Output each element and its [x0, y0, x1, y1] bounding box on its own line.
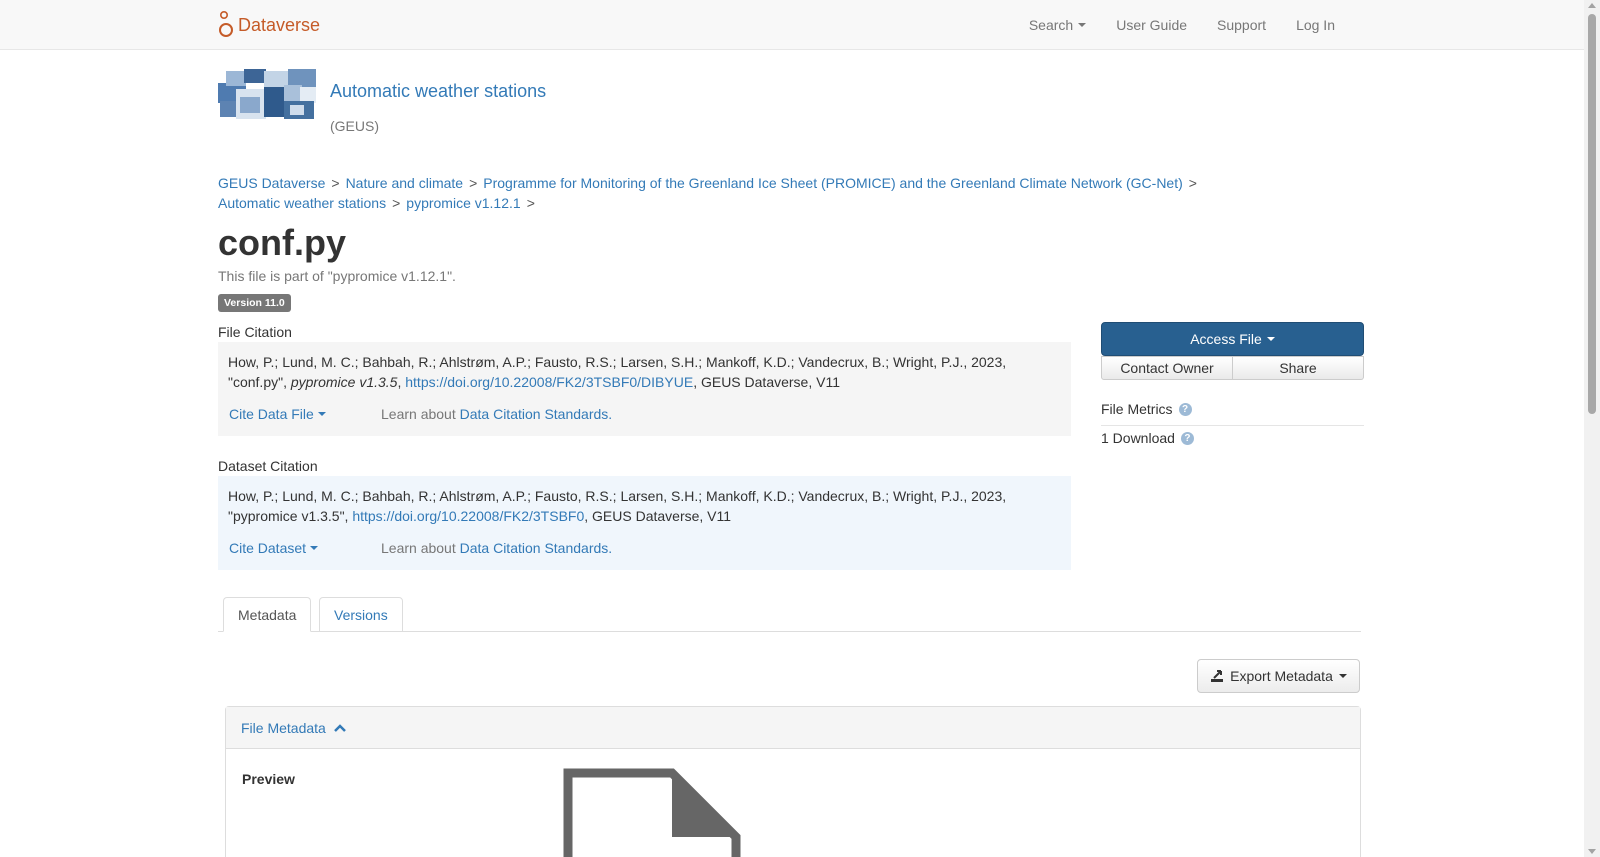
search-dropdown[interactable]: Search [1028, 17, 1087, 33]
contact-owner-button[interactable]: Contact Owner [1101, 356, 1233, 380]
access-file-label: Access File [1190, 331, 1262, 347]
access-file-button[interactable]: Access File [1101, 322, 1364, 356]
question-circle-icon[interactable]: ? [1178, 402, 1192, 416]
chevron-down-icon [310, 546, 319, 550]
download-count-label: 1 Download [1101, 430, 1175, 446]
breadcrumb: GEUS Dataverse > Nature and climate > Progra… [218, 173, 1218, 213]
breadcrumb-separator: > [1188, 175, 1197, 191]
chevron-down-icon [1338, 674, 1347, 678]
file-metadata-panel: File Metadata Preview [225, 706, 1361, 857]
export-metadata-button[interactable]: Export Metadata [1197, 659, 1360, 693]
citation-publisher: , GEUS Dataverse, V11 [693, 374, 840, 390]
page-title: conf.py [218, 222, 347, 263]
file-metadata-panel-header[interactable]: File Metadata [226, 707, 1360, 749]
learn-about-text: Learn about Data Citation Standards. [381, 538, 612, 558]
log-in-link[interactable]: Log In [1296, 17, 1335, 33]
breadcrumb-item-automatic-weather-stations[interactable]: Automatic weather stations [218, 195, 386, 211]
dataverse-title-link[interactable]: Automatic weather stations [330, 81, 546, 102]
chevron-down-icon [1078, 23, 1087, 27]
learn-about-prefix: Learn about [381, 406, 460, 422]
brand-name: Dataverse [238, 14, 321, 35]
breadcrumb-separator: > [526, 195, 535, 211]
learn-about-text: Learn about Data Citation Standards. [381, 404, 612, 424]
dataverse-header: Automatic weather stations (GEUS) [218, 66, 1338, 146]
dataverse-collage-logo[interactable] [218, 69, 318, 121]
data-citation-standards-link[interactable]: Data Citation Standards. [460, 540, 613, 556]
breadcrumb-separator: > [469, 175, 478, 191]
top-navbar: Dataverse Search User Guide Support Log … [0, 0, 1584, 50]
dataverse-affiliation: (GEUS) [330, 118, 379, 134]
file-citation-label: File Citation [218, 324, 292, 340]
version-badge: Version 11.0 [218, 294, 291, 312]
file-icon [563, 768, 741, 857]
dataset-citation-text: How, P.; Lund, M. C.; Bahbah, R.; Ahlstr… [228, 486, 1061, 526]
download-count: 1 Download ? [1101, 430, 1194, 446]
scroll-down-icon[interactable] [1588, 849, 1596, 854]
file-citation-text: How, P.; Lund, M. C.; Bahbah, R.; Ahlstr… [228, 352, 1061, 392]
file-citation-actions: Cite Data File Learn about Data Citation… [229, 404, 612, 424]
breadcrumb-separator: > [331, 175, 340, 191]
breadcrumb-item-promice[interactable]: Programme for Monitoring of the Greenlan… [483, 175, 1183, 191]
breadcrumb-item-nature-and-climate[interactable]: Nature and climate [346, 175, 464, 191]
citation-publisher: , GEUS Dataverse, V11 [584, 508, 732, 524]
dataset-citation-box: How, P.; Lund, M. C.; Bahbah, R.; Ahlstr… [218, 476, 1071, 570]
file-metrics-heading: File Metrics ? [1101, 401, 1364, 426]
cite-dataset-dropdown[interactable]: Cite Dataset [229, 538, 381, 558]
part-of-text: This file is part of "pypromice v1.12.1"… [218, 268, 456, 284]
cite-data-file-label: Cite Data File [229, 406, 314, 422]
citation-dataset-title: pypromice v1.3.5 [290, 374, 398, 390]
dataset-citation-actions: Cite Dataset Learn about Data Citation S… [229, 538, 612, 558]
scrollbar-thumb[interactable] [1588, 14, 1596, 414]
chevron-down-icon [1266, 337, 1275, 341]
breadcrumb-separator: > [392, 195, 401, 211]
dataset-citation-label: Dataset Citation [218, 458, 318, 474]
file-tabs: Metadata Versions [218, 597, 1361, 632]
cite-data-file-dropdown[interactable]: Cite Data File [229, 404, 381, 424]
file-action-buttons: Contact Owner Share [1101, 356, 1364, 380]
dataset-doi-link[interactable]: https://doi.org/10.22008/FK2/3TSBF0 [352, 508, 584, 524]
export-icon [1211, 670, 1224, 682]
breadcrumb-item-geus-dataverse[interactable]: GEUS Dataverse [218, 175, 325, 191]
preview-label: Preview [242, 771, 295, 787]
data-citation-standards-link[interactable]: Data Citation Standards. [460, 406, 613, 422]
tab-metadata[interactable]: Metadata [223, 597, 312, 632]
file-metadata-toggle[interactable]: File Metadata [241, 720, 326, 736]
search-label: Search [1028, 17, 1074, 33]
chevron-up-icon [333, 723, 346, 732]
share-button[interactable]: Share [1233, 356, 1364, 380]
breadcrumb-item-pypromice[interactable]: pypromice v1.12.1 [406, 195, 520, 211]
support-link[interactable]: Support [1217, 17, 1266, 33]
cite-dataset-label: Cite Dataset [229, 540, 307, 556]
page-scrollbar[interactable] [1584, 0, 1600, 857]
file-citation-box: How, P.; Lund, M. C.; Bahbah, R.; Ahlstr… [218, 342, 1071, 436]
navbar-links: Search User Guide Support Log In [999, 0, 1335, 50]
user-guide-link[interactable]: User Guide [1116, 17, 1187, 33]
tab-versions[interactable]: Versions [319, 597, 403, 632]
scroll-up-icon[interactable] [1588, 3, 1596, 8]
file-doi-link[interactable]: https://doi.org/10.22008/FK2/3TSBF0/DIBY… [405, 374, 693, 390]
chevron-down-icon [317, 412, 326, 416]
dataverse-logo-icon [219, 10, 233, 37]
learn-about-prefix: Learn about [381, 540, 460, 556]
question-circle-icon[interactable]: ? [1180, 431, 1194, 445]
file-metrics-label: File Metrics [1101, 401, 1173, 417]
export-metadata-label: Export Metadata [1230, 668, 1333, 684]
brand-link[interactable]: Dataverse [218, 10, 320, 40]
